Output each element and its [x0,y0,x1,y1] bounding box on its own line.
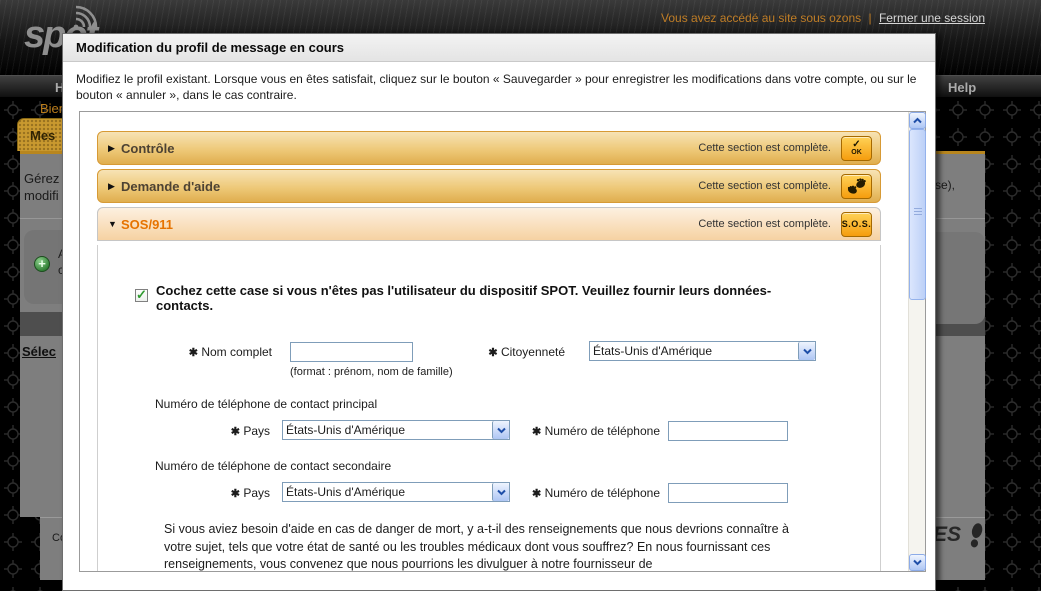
add-icon[interactable]: + [34,256,50,272]
primary-number-label: ✱ Numéro de téléphone [518,424,660,438]
secondary-number-label-text: Numéro de téléphone [544,486,660,500]
checkmark-icon: ✓ [136,287,147,302]
secondary-number-label: ✱ Numéro de téléphone [518,486,660,500]
full-name-label: ✱ Nom complet [98,345,272,359]
required-marker: ✱ [230,488,240,500]
primary-number-label-text: Numéro de téléphone [544,424,660,438]
primary-country-select[interactable]: États-Unis d'Amérique [282,420,510,440]
section-status: Cette section est complète. [698,180,831,192]
chevron-right-icon: ▶ [108,142,115,153]
chevron-down-icon: ▼ [108,219,117,229]
help-hands-button[interactable] [841,173,872,199]
not-spot-user-label: Cochez cette case si vous n'êtes pas l'u… [156,283,772,313]
primary-number-input[interactable] [668,421,788,441]
primary-country-label-text: Pays [243,424,270,438]
not-spot-user-checkbox[interactable]: ✓ [135,287,148,302]
dialog-title: Modification du profil de message en cou… [63,34,935,62]
scroll-up-button[interactable] [909,112,926,129]
edit-message-profile-dialog: Modification du profil de message en cou… [62,33,936,591]
dialog-scroll-area: ▶ Contrôle Cette section est complète. ✓… [79,111,926,572]
signal-waves-icon [73,5,98,29]
required-marker: ✱ [188,347,198,359]
chevron-down-icon [798,342,815,360]
section-title: Contrôle [121,140,175,156]
section-header-sos-911[interactable]: ▼ SOS/911 Cette section est complète. S.… [97,207,881,241]
full-name-input[interactable] [290,342,413,362]
citizenship-selected-value: États-Unis d'Amérique [593,344,713,358]
footprint-icon [970,523,983,548]
chevron-down-icon [492,483,509,501]
session-bar: Vous avez accédé au site sous ozons | Fe… [661,11,985,25]
chevron-up-icon [913,117,922,124]
select-link-partial[interactable]: Sélec [22,344,56,359]
dialog-description: Modifiez le profil existant. Lorsque vou… [76,72,917,102]
citizenship-select[interactable]: États-Unis d'Amérique [589,341,816,361]
helping-hands-icon [847,177,866,194]
session-divider: | [868,11,872,25]
citizenship-label: ✱ Citoyenneté [428,345,565,359]
full-name-format-hint: (format : prénom, nom de famille) [290,366,453,378]
section-title: SOS/911 [121,216,174,232]
primary-phone-heading: Numéro de téléphone de contact principal [155,397,378,411]
footer-brand-text: ES [933,523,962,547]
secondary-country-label-text: Pays [243,486,270,500]
full-name-label-text: Nom complet [201,345,272,359]
chevron-down-icon [492,421,509,439]
required-marker: ✱ [532,488,542,500]
primary-country-selected-value: États-Unis d'Amérique [286,423,406,437]
sos-label: S.O.S. [841,219,872,229]
section-header-demande-aide[interactable]: ▶ Demande d'aide Cette section est compl… [97,169,881,203]
chevron-right-icon: ▶ [108,180,115,191]
chevron-down-icon [913,559,922,566]
intro-line-2: modifi [24,188,59,203]
vertical-scrollbar[interactable] [908,112,926,571]
scrollbar-thumb[interactable] [909,129,926,300]
required-marker: ✱ [488,347,498,359]
session-notice: Vous avez accédé au site sous ozons [661,11,862,25]
sos-button[interactable]: S.O.S. [841,211,872,237]
medical-question-text: Si vous aviez besoin d'aide en cas de da… [164,522,789,571]
logout-link[interactable]: Fermer une session [879,11,985,25]
ok-label: OK [851,148,862,156]
right-text-fragment: se), [935,178,956,192]
secondary-country-selected-value: États-Unis d'Amérique [286,485,406,499]
citizenship-label-text: Citoyenneté [500,345,565,359]
nav-item-help[interactable]: Help [948,80,976,95]
intro-text-partial: Gérez modifi [24,170,59,204]
ok-check-button[interactable]: ✓ OK [841,135,872,161]
tab-messages-partial[interactable]: Mes [17,118,63,151]
intro-line-1: Gérez [24,171,60,186]
required-marker: ✱ [532,426,542,438]
section-status: Cette section est complète. [698,218,831,230]
check-icon: ✓ [852,138,861,150]
footer-brand-logo-partial: ES [933,522,984,549]
scroll-down-button[interactable] [909,554,926,571]
secondary-number-input[interactable] [668,483,788,503]
secondary-country-label: ✱ Pays [158,486,270,500]
dialog-scroll-content: ▶ Contrôle Cette section est complète. ✓… [80,112,908,571]
primary-country-label: ✱ Pays [158,424,270,438]
section-status: Cette section est complète. [698,142,831,154]
section-title: Demande d'aide [121,178,221,194]
required-marker: ✱ [230,426,240,438]
sos-section-body: ✓ Cochez cette case si vous n'êtes pas l… [97,245,881,571]
secondary-country-select[interactable]: États-Unis d'Amérique [282,482,510,502]
section-header-controle[interactable]: ▶ Contrôle Cette section est complète. ✓… [97,131,881,165]
secondary-phone-heading: Numéro de téléphone de contact secondair… [155,459,392,473]
